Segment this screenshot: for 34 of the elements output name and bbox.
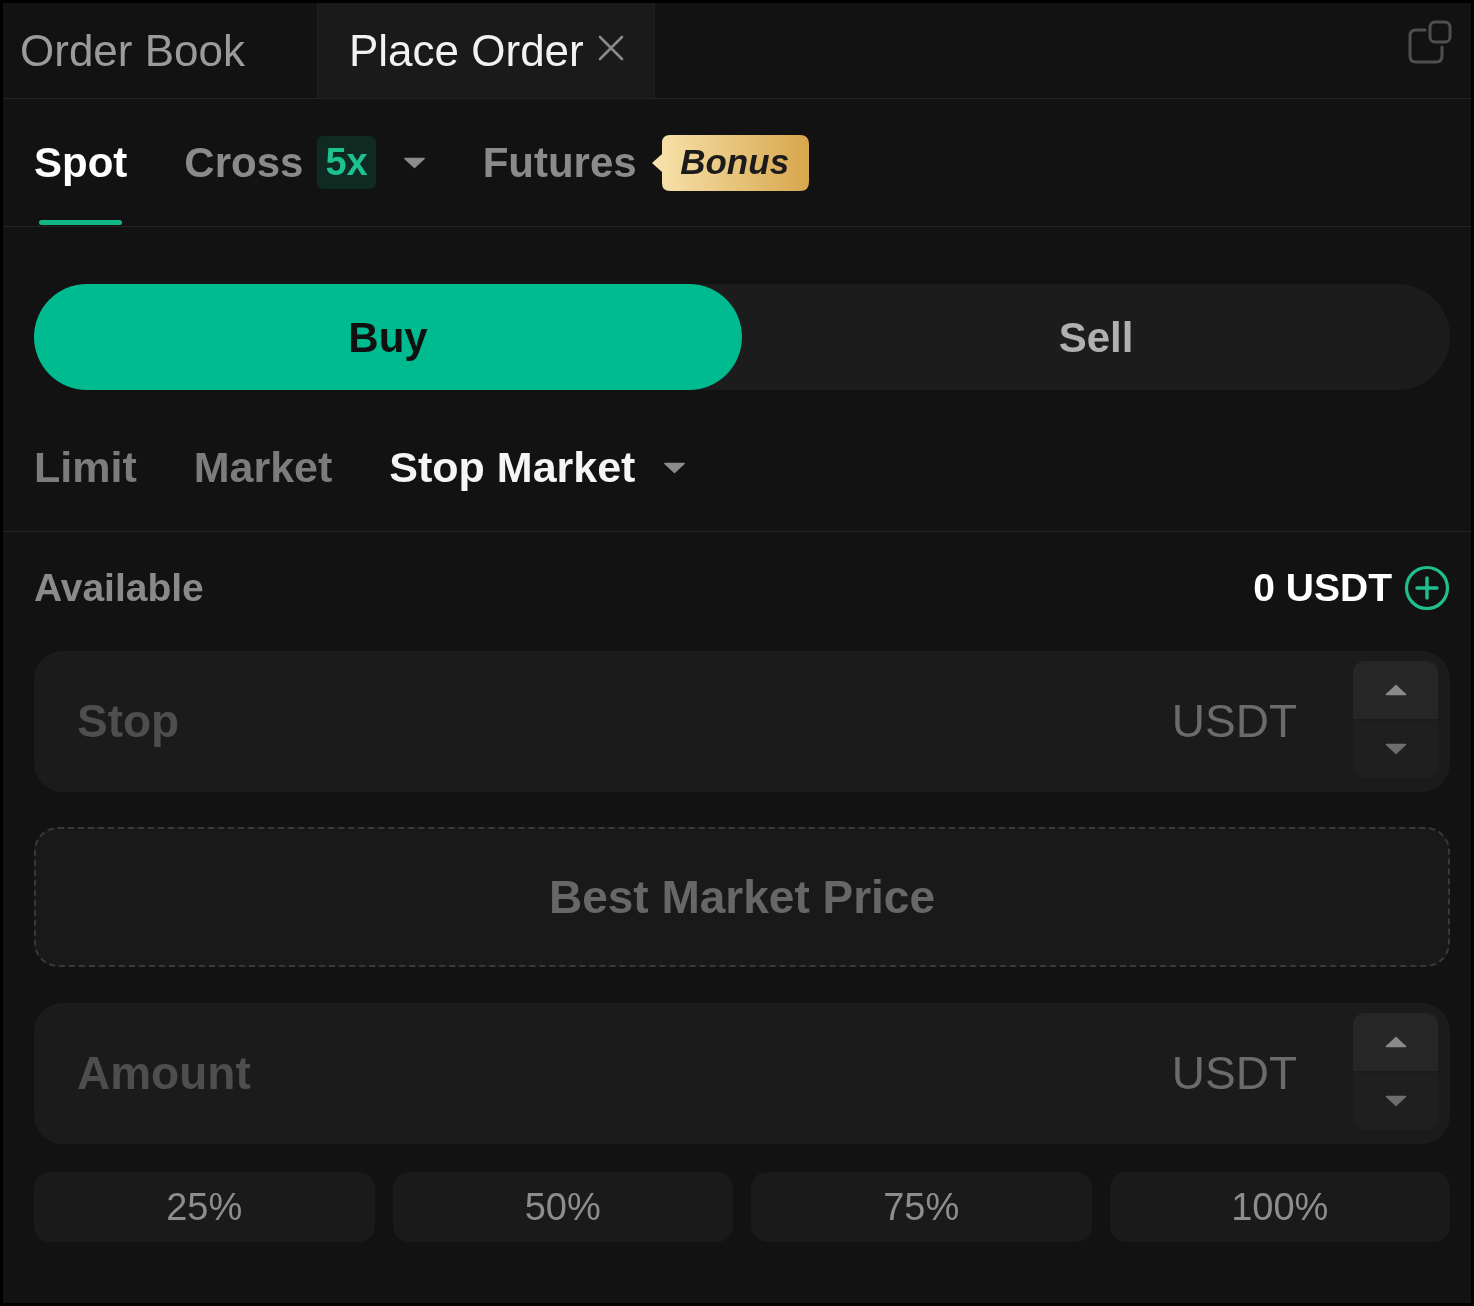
- caret-down-icon[interactable]: [663, 461, 687, 474]
- percent-button[interactable]: 100%: [1109, 1172, 1450, 1242]
- caret-up-icon: [1384, 683, 1407, 696]
- plus-circle-icon[interactable]: [1404, 565, 1450, 611]
- bonus-badge: Bonus: [650, 134, 809, 191]
- trading-mode-tab[interactable]: Cross: [184, 99, 304, 226]
- percent-button[interactable]: 75%: [751, 1172, 1092, 1242]
- side-button[interactable]: Sell: [742, 284, 1450, 390]
- order-type-tab[interactable]: Market: [193, 435, 333, 500]
- increment-button[interactable]: [1353, 1013, 1438, 1071]
- order-type-tab[interactable]: Limit: [34, 435, 137, 500]
- caret-up-icon: [1384, 1035, 1407, 1048]
- panel-tab[interactable]: Place Order: [317, 3, 655, 98]
- caret-down-icon: [1384, 743, 1407, 756]
- order-type-tab[interactable]: Stop Market: [389, 435, 636, 500]
- copy-icon[interactable]: [1408, 20, 1452, 64]
- caret-down-icon: [1384, 1095, 1407, 1108]
- caret-down-icon[interactable]: [402, 156, 426, 169]
- panel-tab[interactable]: Order Book: [3, 3, 317, 98]
- side-button[interactable]: Buy: [34, 284, 742, 390]
- available-label: Available: [34, 564, 204, 611]
- unit-label: USDT: [1171, 694, 1297, 749]
- percent-button[interactable]: 25%: [34, 1172, 375, 1242]
- decrement-button[interactable]: [1353, 1072, 1438, 1130]
- trading-mode-tab[interactable]: Futures: [482, 99, 637, 226]
- best-price-field: Best Market Price: [34, 827, 1450, 967]
- trading-mode-tab[interactable]: Spot: [34, 99, 128, 226]
- balance-value: 0 USDT: [1253, 564, 1392, 611]
- leverage-badge: 5x: [317, 136, 376, 189]
- unit-label: USDT: [1171, 1046, 1297, 1101]
- increment-button[interactable]: [1353, 661, 1438, 719]
- percent-button[interactable]: 50%: [392, 1172, 733, 1242]
- decrement-button[interactable]: [1353, 720, 1438, 778]
- close-icon[interactable]: [597, 34, 624, 61]
